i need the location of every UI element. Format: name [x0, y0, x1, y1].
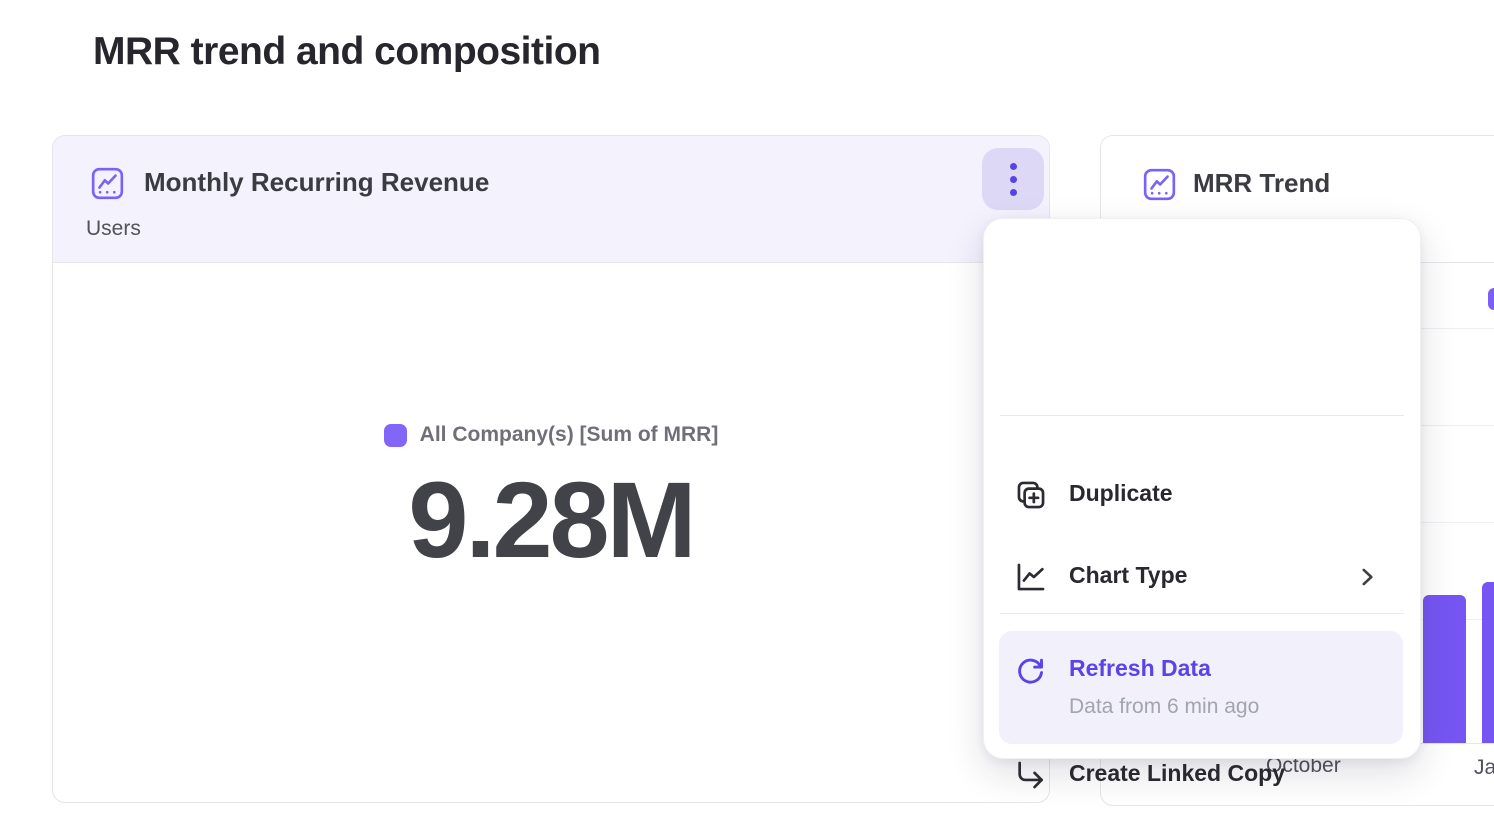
- chevron-right-icon: [1354, 564, 1380, 590]
- legend-swatch: [1488, 288, 1494, 310]
- bar: [1482, 582, 1494, 743]
- menu-item-sublabel: Data from 6 min ago: [1069, 695, 1259, 719]
- bar: [1423, 595, 1466, 743]
- menu-item-label: Create Linked Copy: [1069, 760, 1285, 787]
- page-title: MRR trend and composition: [93, 30, 601, 74]
- kebab-icon: [1010, 163, 1017, 170]
- card-title: MRR Trend: [1193, 168, 1330, 199]
- linked-copy-icon: [1014, 758, 1048, 792]
- menu-item-label: Chart Type: [1069, 562, 1187, 589]
- metric-value: 9.28M: [408, 457, 693, 582]
- legend-label: All Company(s) [Sum of MRR]: [420, 423, 719, 447]
- card-monthly-recurring-revenue: Monthly Recurring Revenue Users All Comp…: [52, 135, 1050, 803]
- x-tick-label: Ja: [1474, 756, 1494, 780]
- menu-item-chart-type[interactable]: Chart Type: [984, 549, 1420, 605]
- dashboard-page: { "page": { "title": "MRR trend and comp…: [0, 0, 1494, 816]
- chart-icon: [89, 165, 126, 202]
- card-header: Monthly Recurring Revenue Users: [53, 136, 1049, 263]
- legend: All Company(s) [Sum of MRR]: [384, 423, 719, 447]
- chart-icon: [1141, 166, 1178, 203]
- card-title: Monthly Recurring Revenue: [144, 167, 489, 198]
- menu-item-label: Refresh Data: [1069, 655, 1211, 682]
- legend-swatch: [384, 424, 407, 447]
- kebab-icon: [1010, 176, 1017, 183]
- metric-body: All Company(s) [Sum of MRR] 9.28M: [53, 263, 1049, 802]
- refresh-icon: [1014, 654, 1047, 687]
- duplicate-icon: [1014, 478, 1048, 512]
- kebab-icon: [1010, 189, 1017, 196]
- menu-item-refresh-data[interactable]: Refresh Data Data from 6 min ago: [999, 631, 1403, 744]
- menu-divider: [1000, 415, 1404, 416]
- menu-divider: [1000, 613, 1404, 614]
- menu-item-create-linked-copy[interactable]: Create Linked Copy: [984, 747, 1420, 803]
- chart-type-icon: [1014, 560, 1048, 594]
- menu-item-duplicate[interactable]: Duplicate: [984, 467, 1420, 523]
- card-subtitle: Users: [86, 217, 141, 241]
- menu-item-label: Duplicate: [1069, 480, 1173, 507]
- card-options-menu: Duplicate Chart Type Copy URL: [983, 218, 1421, 759]
- card-options-button[interactable]: [982, 148, 1044, 210]
